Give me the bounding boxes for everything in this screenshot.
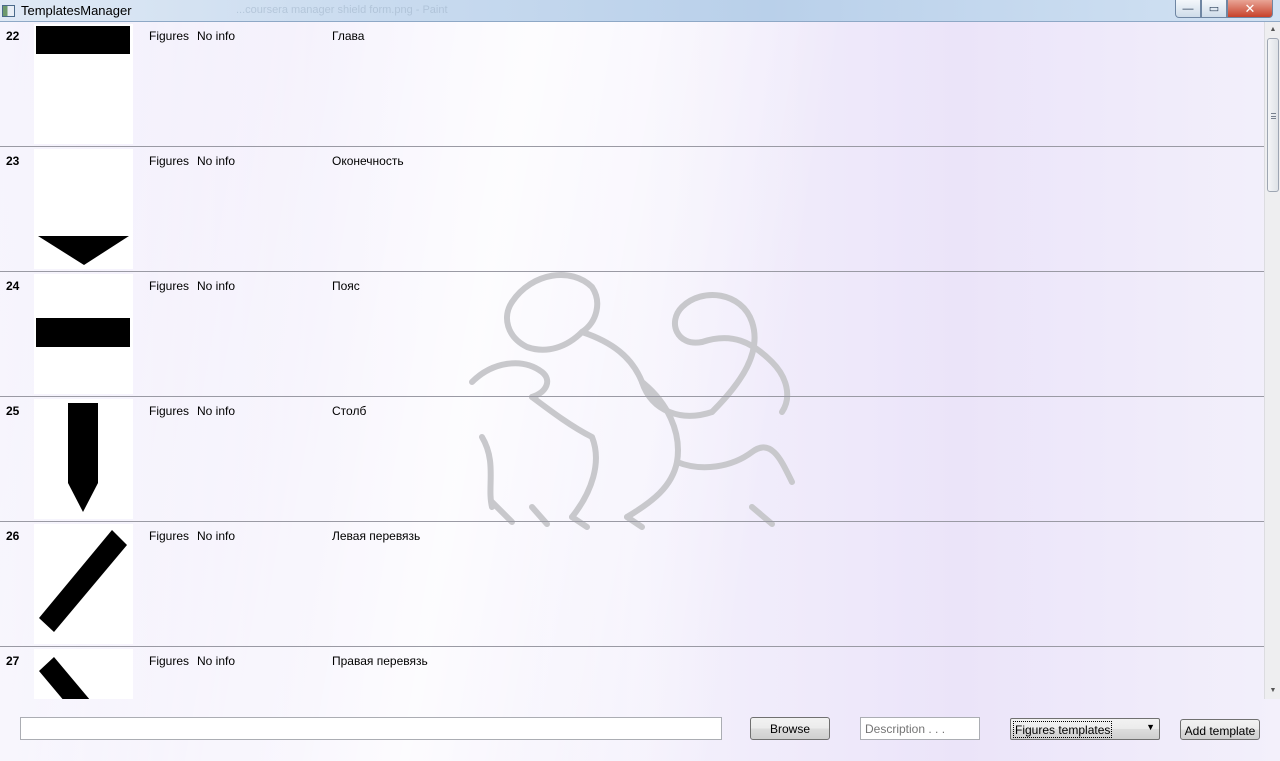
template-type-value: Figures templates — [1012, 721, 1113, 738]
template-thumbnail — [34, 274, 133, 394]
row-number: 26 — [6, 529, 20, 543]
main-content: 22 Figures No info Глава 23 Figures No i… — [0, 22, 1280, 761]
template-thumbnail — [34, 649, 133, 699]
chief-figure-icon — [36, 26, 130, 54]
row-category: Figures — [149, 154, 190, 168]
row-category: Figures — [149, 529, 190, 543]
description-input[interactable] — [860, 717, 980, 740]
template-type-select[interactable]: Figures templates ▼ — [1010, 718, 1160, 740]
row-info: No info — [197, 654, 236, 668]
templates-list[interactable]: 22 Figures No info Глава 23 Figures No i… — [0, 22, 1264, 699]
pale-figure-icon — [68, 403, 98, 512]
dropdown-arrow-icon: ▼ — [1146, 722, 1155, 732]
close-icon: ✕ — [1244, 0, 1256, 16]
app-icon — [2, 5, 15, 17]
scrollbar-thumb[interactable] — [1267, 38, 1279, 192]
bend-figure-icon — [39, 657, 90, 699]
row-number: 27 — [6, 654, 20, 668]
list-item[interactable]: 24 Figures No info Пояс — [0, 272, 1264, 397]
file-path-input[interactable] — [20, 717, 722, 740]
row-category: Figures — [149, 654, 190, 668]
row-number: 23 — [6, 154, 20, 168]
row-category: Figures — [149, 29, 190, 43]
list-item[interactable]: 26 Figures No info Левая перевязь — [0, 522, 1264, 647]
minimize-icon: — — [1182, 2, 1194, 15]
browse-button[interactable]: Browse — [750, 717, 830, 740]
template-thumbnail — [34, 399, 133, 519]
row-name: Пояс — [332, 279, 360, 293]
list-item[interactable]: 27 Figures No info Правая перевязь — [0, 647, 1264, 699]
row-name: Столб — [332, 404, 367, 418]
row-name: Левая перевязь — [332, 529, 421, 543]
row-info: No info — [197, 404, 236, 418]
minimize-button[interactable]: — — [1175, 0, 1201, 18]
list-item[interactable]: 23 Figures No info Оконечность — [0, 147, 1264, 272]
grip-icon — [1271, 113, 1276, 119]
list-item[interactable]: 22 Figures No info Глава — [0, 22, 1264, 147]
row-name: Правая перевязь — [332, 654, 428, 668]
scroll-down-icon[interactable]: ▼ — [1268, 686, 1278, 696]
maximize-icon: ▭ — [1208, 3, 1220, 15]
title-bar: TemplatesManager ...coursera manager shi… — [0, 0, 1280, 22]
close-button[interactable]: ✕ — [1227, 0, 1273, 18]
row-number: 25 — [6, 404, 20, 418]
row-category: Figures — [149, 279, 190, 293]
row-info: No info — [197, 29, 236, 43]
base-figure-icon — [38, 236, 129, 265]
row-name: Глава — [332, 29, 365, 43]
window-title-ghost: ...coursera manager shield form.png - Pa… — [236, 4, 448, 16]
template-thumbnail — [34, 24, 133, 144]
bend-sinister-figure-icon — [39, 530, 127, 632]
scroll-up-icon[interactable]: ▲ — [1268, 25, 1278, 35]
row-number: 24 — [6, 279, 20, 293]
maximize-button[interactable]: ▭ — [1201, 0, 1227, 18]
row-name: Оконечность — [332, 154, 404, 168]
row-category: Figures — [149, 404, 190, 418]
add-template-button[interactable]: Add template — [1180, 719, 1260, 740]
vertical-scrollbar[interactable]: ▲ ▼ — [1264, 22, 1280, 699]
fess-figure-icon — [36, 318, 130, 347]
row-info: No info — [197, 529, 236, 543]
row-number: 22 — [6, 29, 20, 43]
window-title: TemplatesManager — [21, 3, 132, 18]
template-thumbnail — [34, 149, 133, 269]
row-info: No info — [197, 154, 236, 168]
row-info: No info — [197, 279, 236, 293]
template-thumbnail — [34, 524, 133, 644]
list-item[interactable]: 25 Figures No info Столб — [0, 397, 1264, 522]
